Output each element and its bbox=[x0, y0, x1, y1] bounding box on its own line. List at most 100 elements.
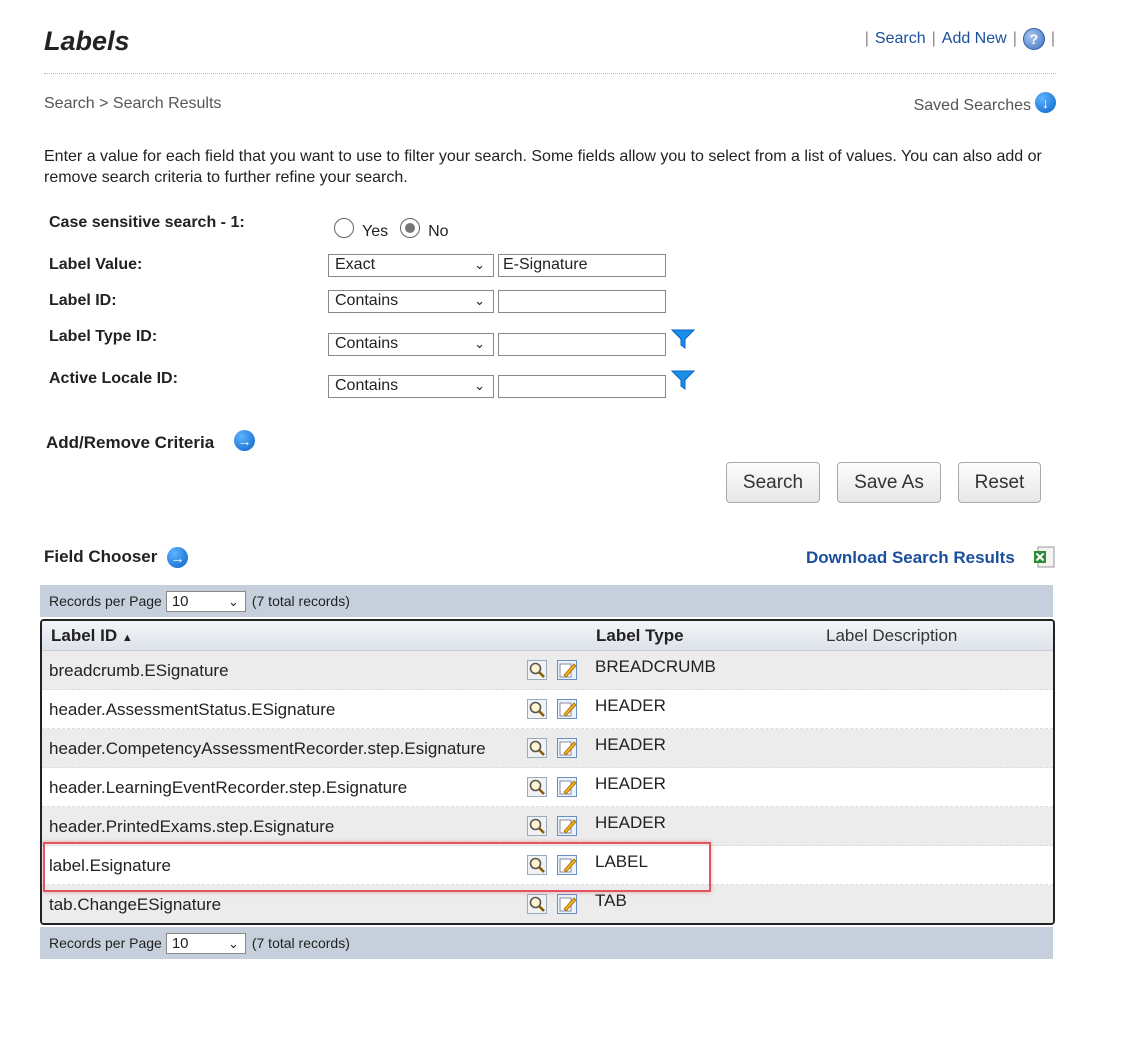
radio-no[interactable] bbox=[400, 218, 421, 238]
table-row[interactable]: header.PrintedExams.step.Esignature HEADE… bbox=[42, 807, 1053, 846]
help-icon[interactable]: ? bbox=[1022, 28, 1045, 50]
label-id-cell: tab.ChangeESignature bbox=[49, 895, 222, 914]
label-id-input[interactable] bbox=[498, 290, 666, 313]
saved-searches-label[interactable]: Saved Searches bbox=[914, 97, 1031, 115]
separator: | bbox=[1050, 30, 1055, 47]
add-new-link[interactable]: Add New bbox=[942, 30, 1007, 48]
chevron-down-icon: ⌄ bbox=[474, 293, 485, 308]
case-sensitive-radio-group: Yes No bbox=[334, 218, 461, 240]
label-id-operator-select[interactable]: Contains ⌄ bbox=[328, 290, 494, 313]
active-locale-id-label: Active Locale ID: bbox=[49, 370, 178, 387]
case-sensitive-label: Case sensitive search - 1: bbox=[49, 214, 245, 231]
radio-no-label: No bbox=[428, 223, 449, 240]
view-magnifier-icon[interactable] bbox=[527, 738, 547, 758]
separator: | bbox=[1012, 30, 1017, 47]
label-value-input[interactable]: E-Signature bbox=[498, 254, 666, 277]
column-header-label-type[interactable]: Label Type bbox=[596, 626, 684, 646]
view-magnifier-icon[interactable] bbox=[527, 894, 547, 914]
active-locale-id-input[interactable] bbox=[498, 375, 666, 398]
edit-pencil-icon[interactable] bbox=[557, 699, 577, 719]
label-id-cell: label.Esignature bbox=[49, 856, 171, 875]
view-magnifier-icon[interactable] bbox=[527, 699, 547, 719]
separator: | bbox=[931, 30, 936, 47]
total-records: (7 total records) bbox=[251, 935, 350, 951]
selected-value: Contains bbox=[335, 292, 399, 309]
top-links: | Search | Add New | ? | bbox=[865, 28, 1055, 50]
view-magnifier-icon[interactable] bbox=[527, 777, 547, 797]
filter-funnel-icon[interactable] bbox=[671, 369, 695, 391]
page-title: Labels bbox=[44, 26, 130, 56]
label-type-cell: HEADER bbox=[595, 696, 666, 715]
header-divider bbox=[44, 73, 1056, 74]
column-header-label-description[interactable]: Label Description bbox=[826, 626, 957, 646]
search-button[interactable]: Search bbox=[726, 462, 820, 503]
label-id-label: Label ID: bbox=[49, 292, 117, 309]
table-row[interactable]: header.AssessmentStatus.ESignature HEADER bbox=[42, 690, 1053, 729]
table-row[interactable]: header.CompetencyAssessmentRecorder.step… bbox=[42, 729, 1053, 768]
separator: | bbox=[864, 30, 869, 47]
view-magnifier-icon[interactable] bbox=[527, 855, 547, 875]
add-remove-criteria-label[interactable]: Add/Remove Criteria bbox=[46, 433, 214, 453]
label-type-cell: LABEL bbox=[595, 852, 648, 871]
edit-pencil-icon[interactable] bbox=[557, 855, 577, 875]
edit-pencil-icon[interactable] bbox=[557, 660, 577, 680]
chevron-down-icon: ⌄ bbox=[474, 257, 485, 272]
records-per-page-select[interactable]: 10 ⌄ bbox=[165, 932, 246, 954]
selected-value: Contains bbox=[335, 335, 399, 352]
grid-header: Label ID ▲ Label Type Label Description bbox=[42, 621, 1053, 651]
results-grid: Label ID ▲ Label Type Label Description … bbox=[40, 619, 1055, 925]
radio-yes[interactable] bbox=[334, 218, 354, 238]
label-value-label: Label Value: bbox=[49, 256, 143, 273]
download-search-results-link[interactable]: Download Search Results bbox=[806, 548, 1015, 568]
edit-pencil-icon[interactable] bbox=[557, 777, 577, 797]
radio-yes-label: Yes bbox=[362, 223, 389, 240]
label-type-id-label: Label Type ID: bbox=[49, 328, 158, 345]
save-as-button[interactable]: Save As bbox=[837, 462, 941, 503]
label-type-cell: BREADCRUMB bbox=[595, 657, 716, 676]
filter-funnel-icon[interactable] bbox=[671, 328, 695, 350]
table-row[interactable]: tab.ChangeESignature TAB bbox=[42, 885, 1053, 923]
label-id-cell: header.CompetencyAssessmentRecorder.step… bbox=[49, 739, 486, 758]
label-type-cell: TAB bbox=[595, 891, 627, 910]
label-id-cell: breadcrumb.ESignature bbox=[49, 661, 229, 680]
add-remove-criteria-arrow-icon[interactable]: → bbox=[234, 430, 255, 451]
selected-value: Contains bbox=[335, 377, 399, 394]
chevron-down-icon: ⌄ bbox=[474, 378, 485, 393]
records-per-page-select[interactable]: 10 ⌄ bbox=[165, 590, 246, 612]
selected-value: 10 bbox=[171, 934, 189, 952]
active-locale-id-operator-select[interactable]: Contains ⌄ bbox=[328, 375, 494, 398]
edit-pencil-icon[interactable] bbox=[557, 894, 577, 914]
edit-pencil-icon[interactable] bbox=[557, 738, 577, 758]
field-chooser-arrow-icon[interactable]: → bbox=[167, 547, 188, 568]
selected-value: 10 bbox=[171, 592, 189, 610]
label-id-cell: header.AssessmentStatus.ESignature bbox=[49, 700, 336, 719]
selected-value: Exact bbox=[335, 256, 376, 273]
records-per-page-label: Records per Page bbox=[49, 935, 162, 951]
pager-bottom: Records per Page 10 ⌄ (7 total records) bbox=[40, 927, 1053, 959]
view-magnifier-icon[interactable] bbox=[527, 816, 547, 836]
chevron-down-icon: ⌄ bbox=[227, 593, 239, 609]
field-chooser-label[interactable]: Field Chooser bbox=[44, 547, 157, 567]
saved-searches-down-arrow-icon[interactable]: ↓ bbox=[1035, 92, 1056, 113]
edit-pencil-icon[interactable] bbox=[557, 816, 577, 836]
column-header-label-id[interactable]: Label ID ▲ bbox=[51, 626, 133, 646]
table-row[interactable]: header.LearningEventRecorder.step.Esigna… bbox=[42, 768, 1053, 807]
reset-button[interactable]: Reset bbox=[958, 462, 1041, 503]
label-type-id-input[interactable] bbox=[498, 333, 666, 356]
label-id-cell: header.LearningEventRecorder.step.Esigna… bbox=[49, 778, 408, 797]
label-value-operator-select[interactable]: Exact ⌄ bbox=[328, 254, 494, 277]
pager-top: Records per Page 10 ⌄ (7 total records) bbox=[40, 585, 1053, 617]
instructions-text: Enter a value for each field that you wa… bbox=[44, 148, 1042, 186]
chevron-down-icon: ⌄ bbox=[227, 935, 239, 951]
label-id-cell: header.PrintedExams.step.Esignature bbox=[49, 817, 335, 836]
table-row[interactable]: breadcrumb.ESignature BREADCRUMB bbox=[42, 651, 1053, 690]
table-row[interactable]: label.Esignature LABEL bbox=[42, 846, 1053, 885]
chevron-down-icon: ⌄ bbox=[474, 336, 485, 351]
excel-export-icon[interactable] bbox=[1033, 546, 1055, 568]
grid-body: breadcrumb.ESignature BREADCRUMB header.As… bbox=[42, 651, 1053, 923]
view-magnifier-icon[interactable] bbox=[527, 660, 547, 680]
label-type-id-operator-select[interactable]: Contains ⌄ bbox=[328, 333, 494, 356]
records-per-page-label: Records per Page bbox=[49, 593, 162, 609]
label-type-cell: HEADER bbox=[595, 735, 666, 754]
search-link[interactable]: Search bbox=[875, 30, 926, 48]
